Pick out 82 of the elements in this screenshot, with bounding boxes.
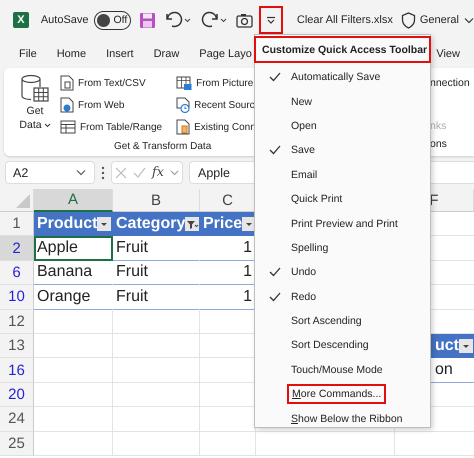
- triangle-icon: [16, 194, 30, 208]
- table-cell: Apple: [34, 236, 113, 261]
- file-name: Clear All Filters.xlsx: [296, 14, 393, 26]
- checkmark-icon: [268, 145, 280, 156]
- table-header-cell: Product: [34, 212, 113, 236]
- chevron-icon: [44, 122, 51, 128]
- menu-item[interactable]: Show Below the Ribbon: [255, 406, 430, 431]
- row-header[interactable]: 2: [0, 236, 34, 261]
- ribbon-tab[interactable]: View: [436, 48, 460, 60]
- redo-icon[interactable]: [200, 11, 228, 29]
- ribbon-command[interactable]: nnection: [430, 77, 474, 89]
- group-label: ons: [430, 138, 448, 150]
- database-icon: [20, 74, 50, 104]
- table-cell: Banana: [34, 260, 113, 286]
- more-icon[interactable]: [101, 166, 105, 180]
- chevron-icon: [76, 169, 86, 176]
- menu-item[interactable]: More Commands...: [255, 382, 430, 406]
- autosave-label: AutoSave: [40, 14, 89, 26]
- table-cell: Fruit: [113, 285, 200, 310]
- menu-item[interactable]: Sort Ascending: [255, 308, 430, 334]
- ribbon-command[interactable]: From Table/Range: [60, 118, 162, 136]
- table-cell: Fruit: [113, 236, 200, 261]
- table-icon: [60, 120, 76, 134]
- menu-item[interactable]: New: [255, 89, 430, 114]
- get-data-button[interactable]: Get Data: [18, 74, 52, 136]
- filter-dropdown-icon[interactable]: [97, 217, 112, 232]
- row-header[interactable]: 16: [0, 358, 34, 383]
- table-header-cell: Price: [200, 212, 256, 236]
- chevron-icon: [464, 16, 474, 24]
- camera-icon[interactable]: [236, 12, 254, 28]
- excel-logo: X: [13, 12, 29, 28]
- menu-item[interactable]: Print Preview and Print: [255, 211, 430, 236]
- filter-icon[interactable]: [185, 217, 200, 232]
- sensitivity-dropdown[interactable]: General: [420, 14, 474, 26]
- ribbon-tab[interactable]: File: [19, 48, 37, 60]
- ribbon-tab[interactable]: Draw: [154, 48, 180, 60]
- web-document-icon: [60, 97, 74, 113]
- customize-toolbar-button[interactable]: [259, 6, 283, 34]
- table-cell: Orange: [34, 285, 113, 310]
- row-header[interactable]: 13: [0, 334, 34, 358]
- row-header[interactable]: 25: [0, 432, 34, 456]
- empty-cell: [200, 432, 256, 456]
- filter-dropdown-icon[interactable]: [459, 339, 473, 354]
- name-box[interactable]: A2: [5, 161, 95, 184]
- menu-item[interactable]: Redo: [255, 284, 430, 309]
- checkmark-icon: [268, 292, 280, 302]
- checkmark-icon: [268, 72, 280, 82]
- menu-item[interactable]: Email: [255, 162, 430, 187]
- ribbon-tab[interactable]: Insert: [106, 48, 134, 60]
- autosave-toggle[interactable]: Off: [94, 10, 132, 30]
- shield-icon[interactable]: [400, 12, 416, 28]
- menu-item[interactable]: Automatically Save: [255, 65, 430, 90]
- caret-icon: [266, 16, 276, 24]
- menu-item[interactable]: Save: [255, 138, 430, 163]
- table-header-cell: Category: [113, 212, 200, 236]
- ribbon-command[interactable]: From Text/CSV: [60, 74, 162, 92]
- row-header[interactable]: 1: [0, 212, 34, 236]
- chevron-icon: [170, 170, 179, 176]
- checkmark-icon: [268, 267, 280, 278]
- menu-item[interactable]: Open: [255, 114, 430, 138]
- menu-title: Customize Quick Access Toolbar: [254, 36, 431, 63]
- row-header[interactable]: 6: [0, 260, 34, 286]
- table-cell: Fruit: [113, 260, 200, 286]
- row-header[interactable]: 10: [0, 285, 34, 310]
- check-icon[interactable]: [132, 167, 146, 178]
- group-label: Get & Transform Data: [114, 141, 212, 152]
- column-header[interactable]: A: [34, 189, 113, 212]
- save-icon[interactable]: [139, 12, 156, 28]
- insert-function-button[interactable]: fx: [152, 165, 164, 180]
- row-header[interactable]: 12: [0, 310, 34, 334]
- document-icon: [176, 119, 190, 135]
- menu-item[interactable]: Spelling: [255, 236, 430, 260]
- row-header[interactable]: 20: [0, 382, 34, 408]
- table-picture-icon: [176, 76, 192, 90]
- row-header[interactable]: 24: [0, 407, 34, 432]
- ribbon-tab[interactable]: Page Layo: [199, 48, 252, 60]
- document-icon: [60, 75, 74, 91]
- ribbon-command[interactable]: From Web: [60, 96, 162, 114]
- clock-document-icon: [176, 97, 190, 113]
- ribbon-tab[interactable]: Home: [56, 48, 86, 60]
- menu-item[interactable]: Undo: [255, 260, 430, 285]
- undo-icon[interactable]: [164, 11, 192, 29]
